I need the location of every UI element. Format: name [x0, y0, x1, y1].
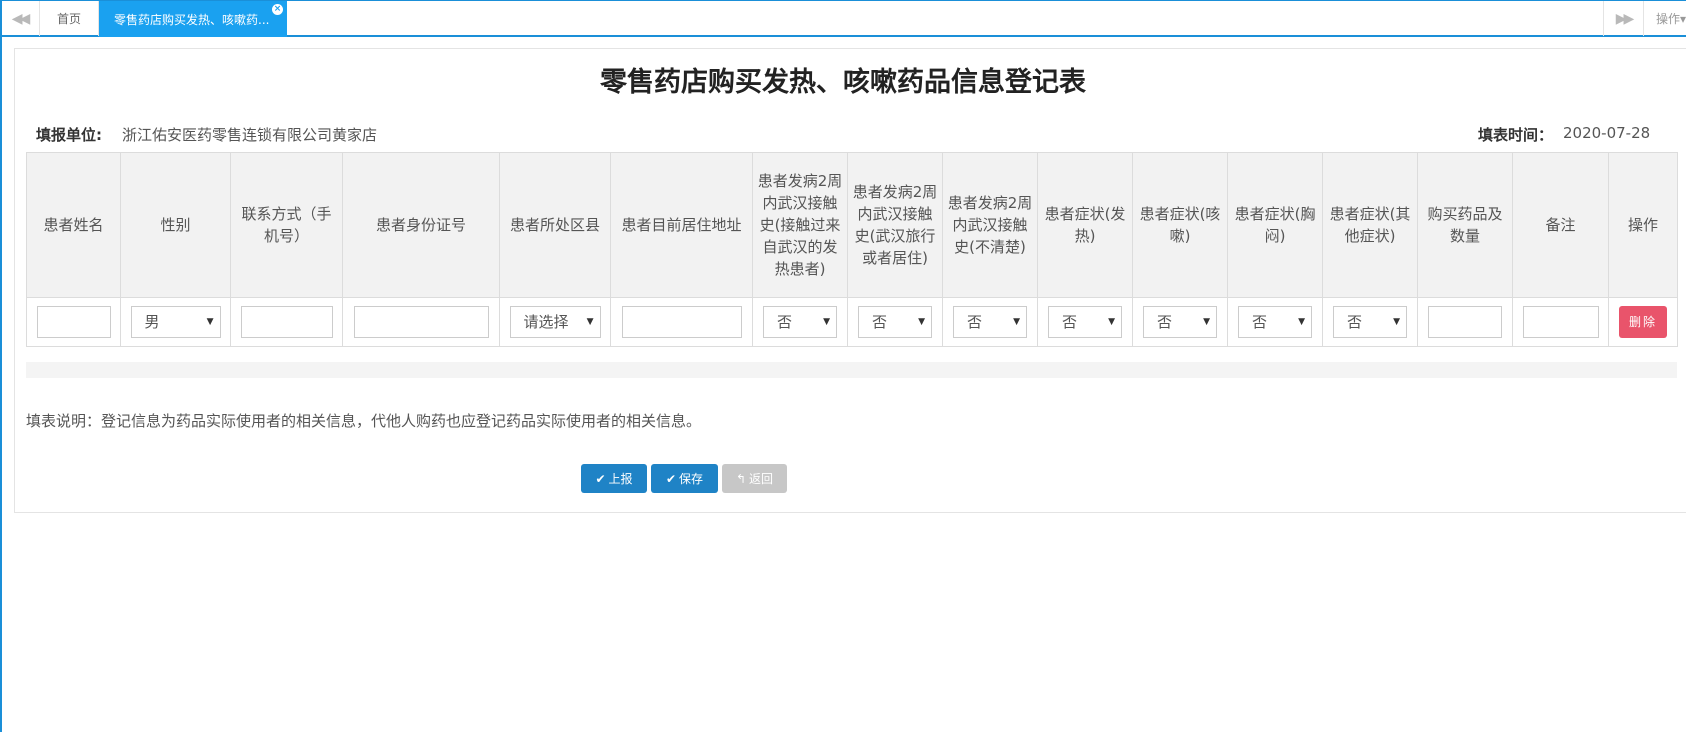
gender-select-value: 男	[144, 313, 160, 331]
delete-row-button[interactable]: 删除	[1619, 306, 1667, 338]
chevron-down-icon: ▼	[918, 317, 925, 327]
id-number-input[interactable]	[353, 306, 489, 338]
table-row: 男 ▼ 请选择 ▼ 否 ▼ 否 ▼ 否 ▼ 否 ▼ 否 ▼ 否 ▼ 否 ▼ 删除	[26, 297, 1678, 347]
fill-date-label: 填表时间：	[1478, 126, 1554, 144]
window-left-border	[0, 1, 2, 732]
contact-fever-patient-select[interactable]: 否 ▼	[763, 306, 837, 338]
symptom-cough-select[interactable]: 否 ▼	[1143, 306, 1217, 338]
symptom-chest-select[interactable]: 否 ▼	[1238, 306, 1312, 338]
district-select[interactable]: 请选择 ▼	[509, 306, 601, 338]
table-header-row: 患者姓名 性别 联系方式（手机号） 患者身份证号 患者所处区县 患者目前居住地址…	[26, 152, 1678, 298]
column-header: 患者发病2周内武汉接触史(武汉旅行或者居住)	[847, 152, 943, 298]
patient-name-input[interactable]	[36, 306, 111, 338]
remarks-input[interactable]	[1522, 306, 1599, 338]
chevron-down-icon: ▼	[1013, 317, 1020, 327]
column-header: 患者症状(其他症状)	[1322, 152, 1418, 298]
check-icon: ✔	[665, 471, 677, 486]
check-icon: ✔	[595, 471, 606, 486]
district-select-value: 请选择	[523, 313, 569, 331]
tab-bar: ◀◀ 首页 零售药店购买发热、咳嗽药... × ▶▶ 操作▾	[0, 0, 1686, 732]
phone-input[interactable]	[240, 306, 333, 338]
contact-unknown-select[interactable]: 否 ▼	[953, 306, 1027, 338]
page-title: 零售药店购买发热、咳嗽药品信息登记表	[600, 67, 1086, 98]
column-header: 患者症状(发热)	[1037, 152, 1133, 298]
chevron-down-icon: ▼	[1203, 317, 1210, 327]
tab-registration-form[interactable]: 零售药店购买发热、咳嗽药...	[99, 1, 287, 37]
column-header: 操作	[1608, 152, 1678, 298]
column-header: 联系方式（手机号）	[230, 152, 343, 298]
column-header: 购买药品及数量	[1417, 152, 1513, 298]
save-button-label: 保存	[679, 472, 704, 486]
column-header: 患者发病2周内武汉接触史(不清楚)	[942, 152, 1038, 298]
select-value: 否	[1062, 313, 1078, 331]
chevron-down-icon: ▼	[1393, 317, 1400, 327]
select-value: 否	[1252, 313, 1268, 331]
double-chevron-left-icon: ◀◀	[11, 10, 30, 27]
column-header: 患者症状(胸闷)	[1227, 152, 1323, 298]
select-value: 否	[777, 313, 793, 331]
select-value: 否	[967, 313, 983, 331]
symptom-other-select[interactable]: 否 ▼	[1333, 306, 1407, 338]
column-header: 患者症状(咳嗽)	[1132, 152, 1228, 298]
column-header: 性别	[120, 152, 231, 298]
chevron-down-icon: ▼	[823, 317, 830, 327]
select-value: 否	[872, 313, 888, 331]
scroll-tabs-right-button[interactable]: ▶▶	[1603, 1, 1643, 36]
column-header: 患者目前居住地址	[610, 152, 753, 298]
operations-menu[interactable]: 操作▾	[1643, 1, 1686, 36]
gender-select[interactable]: 男 ▼	[130, 306, 221, 338]
back-button-label: 返回	[749, 472, 774, 486]
address-input[interactable]	[621, 306, 742, 338]
column-header: 患者发病2周内武汉接触史(接触过来自武汉的发热患者)	[752, 152, 848, 298]
report-button[interactable]: ✔ 上报	[581, 464, 647, 493]
medicine-quantity-input[interactable]	[1428, 306, 1502, 338]
report-button-label: 上报	[608, 472, 633, 486]
select-value: 否	[1157, 313, 1173, 331]
registration-table: 患者姓名 性别 联系方式（手机号） 患者身份证号 患者所处区县 患者目前居住地址…	[26, 152, 1678, 347]
scroll-tabs-left-button[interactable]: ◀◀	[0, 1, 40, 36]
symptom-fever-select[interactable]: 否 ▼	[1048, 306, 1122, 338]
reporting-unit-value: 浙江佑安医药零售连锁有限公司黄家店	[122, 126, 378, 144]
reporting-unit-label: 填报单位:	[36, 126, 102, 144]
column-header: 患者姓名	[26, 152, 121, 298]
column-header: 患者身份证号	[342, 152, 500, 298]
tab-home[interactable]: 首页	[40, 1, 99, 36]
double-chevron-right-icon: ▶▶	[1615, 10, 1634, 27]
chevron-down-icon: ▼	[1298, 317, 1305, 327]
select-value: 否	[1347, 313, 1363, 331]
chevron-down-icon: ▼	[206, 317, 214, 327]
reply-arrow-icon: ↰	[735, 471, 747, 486]
close-tab-icon[interactable]: ×	[272, 4, 283, 15]
back-button[interactable]: ↰ 返回	[722, 464, 787, 493]
chevron-down-icon: ▼	[1108, 317, 1115, 327]
fill-date-value: 2020-07-28	[1563, 124, 1651, 142]
column-header: 患者所处区县	[499, 152, 611, 298]
column-header: 备注	[1512, 152, 1609, 298]
contact-wuhan-travel-select[interactable]: 否 ▼	[858, 306, 932, 338]
table-footer-bar	[26, 362, 1677, 378]
form-instructions: 填表说明：登记信息为药品实际使用者的相关信息，代他人购药也应登记药品实际使用者的…	[26, 412, 702, 430]
chevron-down-icon: ▼	[586, 317, 594, 327]
tab-label: 零售药店购买发热、咳嗽药...	[114, 12, 270, 27]
save-button[interactable]: ✔ 保存	[651, 464, 718, 493]
